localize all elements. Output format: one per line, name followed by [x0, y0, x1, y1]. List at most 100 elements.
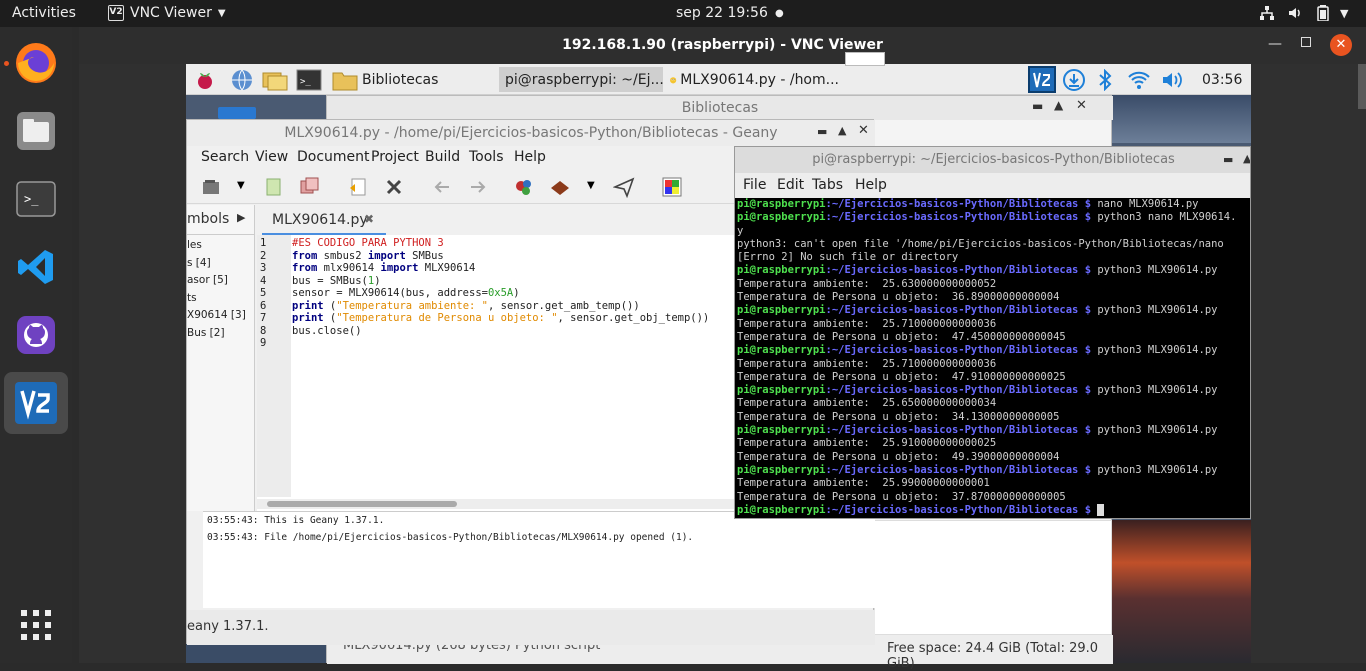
taskbar-item-bibliotecas[interactable]: Bibliotecas: [332, 67, 488, 92]
symbol-item[interactable]: s [4]: [187, 255, 246, 273]
chevron-right-icon[interactable]: ▶: [237, 211, 245, 224]
close-button[interactable]: ✕: [1076, 98, 1087, 113]
bluetooth-icon[interactable]: [1098, 67, 1112, 92]
wifi-icon[interactable]: [1127, 67, 1151, 92]
close-file-icon[interactable]: [383, 176, 405, 198]
symbol-item[interactable]: asor [5]: [187, 272, 246, 290]
terminal-prompt-line: pi@raspberrypi:~/Ejercicios-basicos-Pyth…: [737, 211, 1250, 224]
taskbar-item-label: Bibliotecas: [362, 71, 439, 88]
menu-build[interactable]: Build: [425, 149, 460, 165]
prompt-command: python3 nano MLX90614.: [1091, 211, 1237, 224]
close-button[interactable]: ✕: [1330, 34, 1352, 56]
code-line-5: sensor = MLX90614(bus, address=0x5A): [292, 287, 520, 299]
terminal-prompt-line: pi@raspberrypi:~/Ejercicios-basicos-Pyth…: [737, 503, 1250, 517]
vnc-viewer-icon[interactable]: [13, 380, 59, 426]
menu-help[interactable]: Help: [855, 177, 887, 193]
prompt-path: :~/Ejercicios-basicos-Python/Bibliotecas…: [825, 211, 1092, 224]
menu-edit[interactable]: Edit: [777, 177, 804, 193]
maximize-button[interactable]: ▲: [1054, 98, 1063, 112]
symbol-item[interactable]: X90614 [3]: [187, 307, 246, 325]
taskbar-item-geany[interactable]: MLX90614.py - /hom...: [669, 67, 839, 92]
open-file-icon[interactable]: [201, 176, 223, 198]
github-desktop-icon[interactable]: [13, 312, 59, 358]
scrollbar[interactable]: [1358, 64, 1366, 109]
execute-icon[interactable]: [613, 176, 635, 198]
back-arrow-icon[interactable]: [431, 176, 453, 198]
close-button[interactable]: ✕: [858, 123, 869, 138]
prompt-path: :~/Ejercicios-basicos-Python/Bibliotecas…: [825, 304, 1092, 317]
vnc-server-icon[interactable]: [1028, 66, 1056, 93]
browser-globe-icon[interactable]: [230, 67, 254, 92]
updates-icon[interactable]: [1062, 67, 1086, 92]
terminal-icon[interactable]: >_: [13, 176, 59, 222]
menu-document[interactable]: Document: [297, 149, 370, 165]
revert-icon[interactable]: [347, 176, 369, 198]
prompt-command: python3 MLX90614.py: [1091, 424, 1218, 437]
menu-file[interactable]: File: [743, 177, 766, 193]
horizontal-scrollbar[interactable]: [257, 499, 737, 509]
vscode-icon[interactable]: [13, 244, 59, 290]
terminal-output-line: Temperatura ambiente: 25.710000000000036: [737, 317, 997, 330]
minimize-button[interactable]: ▬: [1223, 153, 1233, 166]
color-chooser-icon[interactable]: [661, 176, 683, 198]
forward-arrow-icon[interactable]: [467, 176, 489, 198]
compile-icon[interactable]: [513, 176, 535, 198]
symbol-item[interactable]: Bus [2]: [187, 325, 246, 343]
symbol-item[interactable]: les: [187, 237, 246, 255]
rpi-taskbar: >_ Bibliotecas >_ pi@raspberrypi: ~/Ej..…: [186, 52, 1251, 95]
taskbar-item-terminal[interactable]: >_ pi@raspberrypi: ~/Ej...: [499, 67, 664, 92]
chevron-down-icon[interactable]: ▼: [237, 180, 245, 191]
line-number-gutter: 123 456 789: [257, 235, 291, 497]
terminal-output[interactable]: pi@raspberrypi:~/Ejercicios-basicos-Pyth…: [737, 198, 1250, 518]
file-view-area[interactable]: [874, 520, 1112, 635]
prompt-command: python3 MLX90614.py: [1091, 304, 1218, 317]
minimize-button[interactable]: ▬: [817, 125, 827, 138]
volume-icon[interactable]: [1287, 5, 1303, 25]
maximize-button[interactable]: ▲: [838, 124, 846, 137]
symbol-tree: les s [4] asor [5] ts X90614 [3] Bus [2]: [187, 237, 246, 342]
build-icon[interactable]: [549, 176, 571, 198]
app-menu[interactable]: V2 VNC Viewer ▼: [108, 5, 226, 21]
symbol-item[interactable]: ts: [187, 290, 246, 308]
menu-search[interactable]: Search: [201, 149, 249, 165]
minimize-button[interactable]: —: [1268, 36, 1282, 52]
minimize-button[interactable]: ▬: [1032, 99, 1043, 113]
menu-tools[interactable]: Tools: [469, 149, 504, 165]
show-apps-icon[interactable]: [13, 602, 59, 648]
menu-tabs[interactable]: Tabs: [812, 177, 843, 193]
rpi-clock[interactable]: 03:56: [1202, 67, 1242, 92]
menu-view[interactable]: View: [255, 149, 288, 165]
maximize-button[interactable]: ▲: [1243, 152, 1250, 165]
terminal-launcher-icon[interactable]: >_: [296, 67, 322, 92]
clock[interactable]: sep 22 19:56: [676, 5, 768, 21]
sidebar-tab-symbols[interactable]: mbols ▶: [187, 205, 255, 235]
network-icon[interactable]: [1259, 5, 1275, 25]
tab-mlx90614[interactable]: MLX90614.py ✖: [262, 207, 386, 235]
trash-icon[interactable]: [218, 107, 256, 119]
chevron-down-icon[interactable]: ▼: [587, 180, 595, 191]
terminal-output-line: python3: can't open file '/home/pi/Ejerc…: [737, 237, 1224, 250]
save-all-icon[interactable]: [299, 176, 321, 198]
close-tab-icon[interactable]: ✖: [364, 212, 374, 226]
message-line: 03:55:43: File /home/pi/Ejercicios-basic…: [207, 532, 694, 543]
notification-dot-icon: ●: [775, 8, 784, 19]
volume-icon[interactable]: [1161, 67, 1185, 92]
battery-icon[interactable]: [1317, 5, 1329, 25]
activities-button[interactable]: Activities: [12, 5, 76, 21]
terminal-prompt-line: pi@raspberrypi:~/Ejercicios-basicos-Pyth…: [737, 304, 1250, 317]
scrollbar-thumb[interactable]: [267, 501, 457, 507]
maximize-button[interactable]: [1301, 37, 1311, 47]
tooltip-fragment: [845, 52, 885, 66]
raspberry-menu-icon[interactable]: [194, 67, 216, 92]
taskbar-item-label: MLX90614.py - /hom...: [680, 71, 839, 88]
file-manager-icon[interactable]: [262, 67, 288, 92]
prompt-path: :~/Ejercicios-basicos-Python/Bibliotecas…: [825, 384, 1092, 397]
files-icon[interactable]: [13, 108, 59, 154]
save-icon[interactable]: [263, 176, 285, 198]
ubuntu-top-bar: Activities V2 VNC Viewer ▼ sep 22 19:56 …: [0, 0, 1366, 27]
menu-help[interactable]: Help: [514, 149, 546, 165]
firefox-icon[interactable]: [13, 40, 59, 86]
menu-project[interactable]: Project: [371, 149, 419, 165]
ubuntu-dock: >_: [0, 27, 72, 663]
chevron-down-icon[interactable]: ▼: [1340, 7, 1348, 20]
